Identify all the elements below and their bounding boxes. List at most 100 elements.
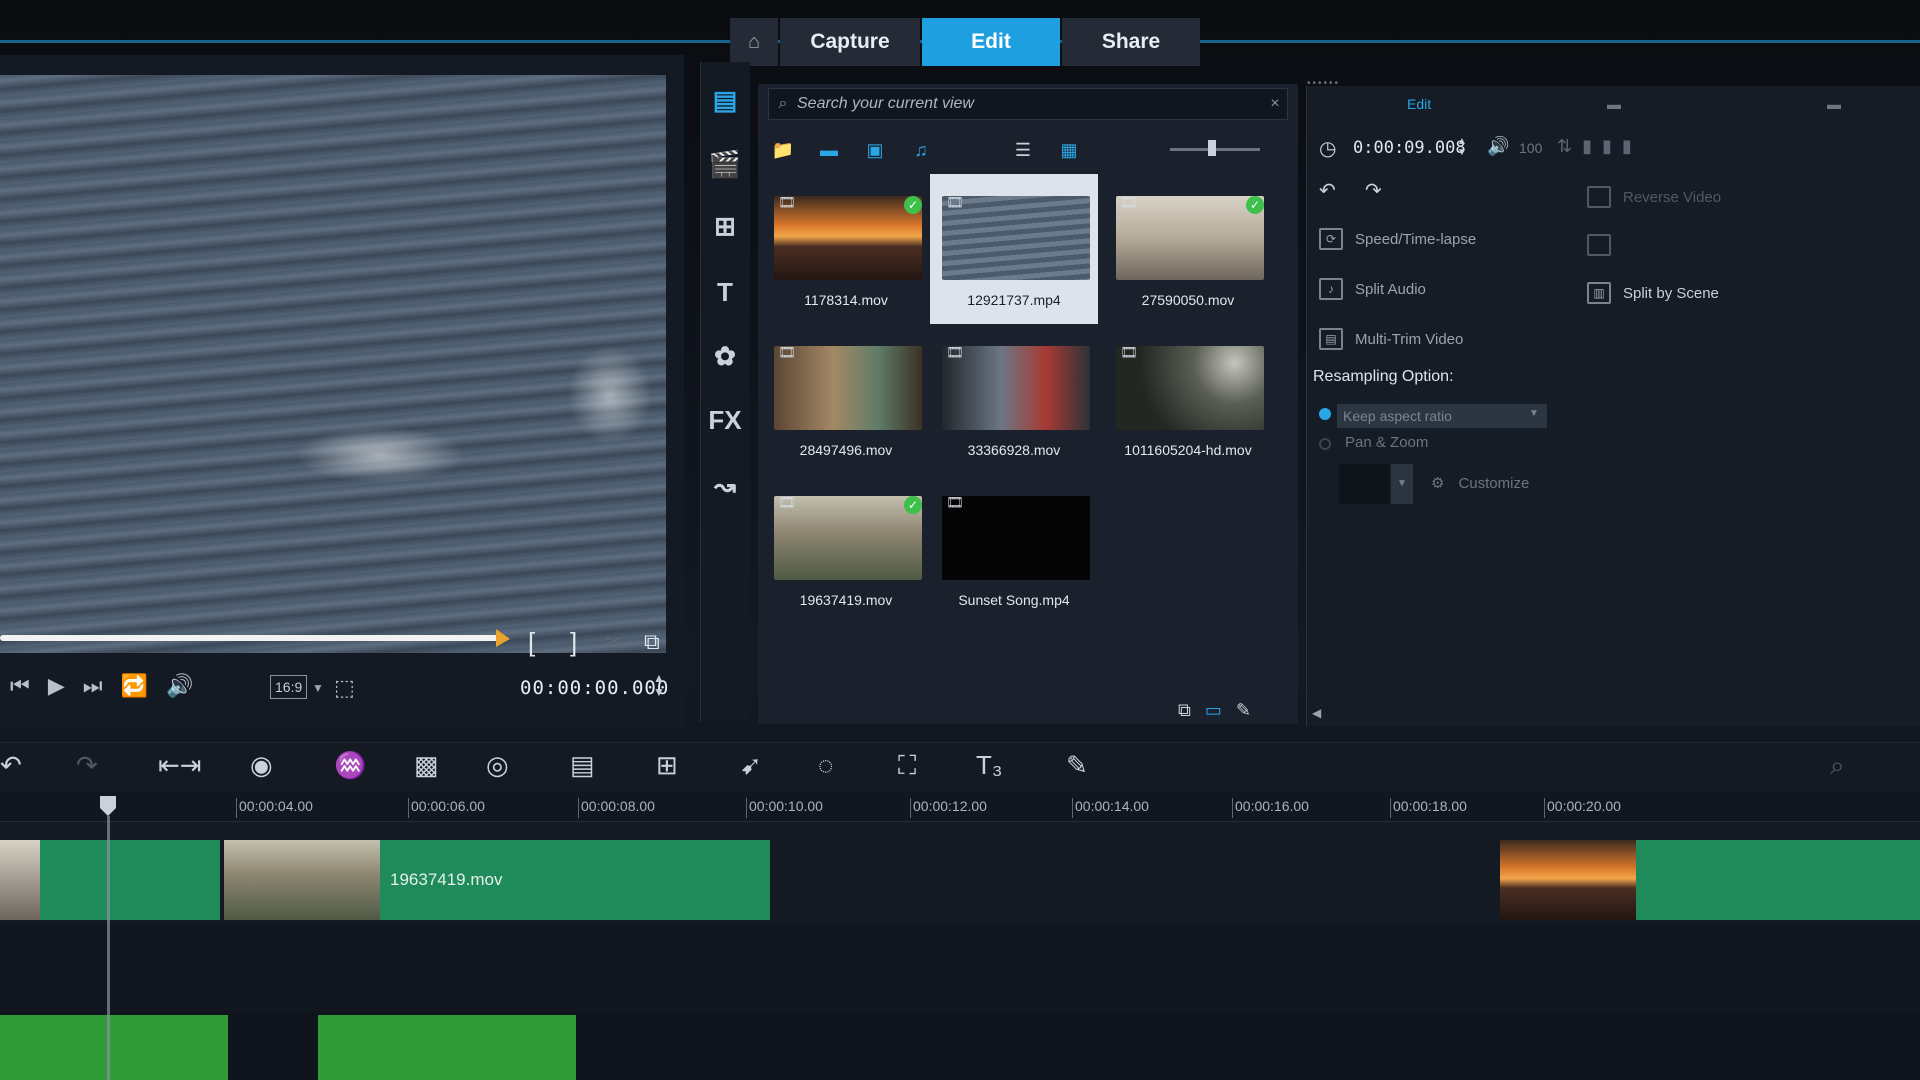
rotate-right-icon[interactable]: ↷: [1365, 178, 1382, 203]
tab-edit[interactable]: Edit: [922, 18, 1060, 66]
slider-knob[interactable]: [1208, 140, 1216, 156]
multi-trim-button[interactable]: ▤ Multi-Trim Video: [1319, 328, 1463, 350]
reverse-video-checkbox[interactable]: Reverse Video: [1587, 186, 1721, 208]
audio-clip[interactable]: [0, 1015, 228, 1080]
add-folder-icon[interactable]: 📁: [768, 137, 798, 163]
scissors-icon[interactable]: ✂: [605, 629, 623, 655]
pan-zoom-radio[interactable]: [1319, 438, 1331, 450]
undo-icon[interactable]: ↶: [0, 750, 22, 781]
media-item[interactable]: 🎞 ✓ 27590050.mov: [1104, 174, 1272, 324]
media-item[interactable]: 🎞 12921737.mp4: [930, 174, 1098, 324]
import-icon[interactable]: ⧉: [1178, 700, 1191, 721]
home-tab[interactable]: ⌂: [730, 18, 778, 66]
film-icon: 🎞: [946, 344, 964, 360]
chevron-down-icon[interactable]: ▼: [1391, 464, 1413, 504]
repeat-icon[interactable]: 🔁: [121, 673, 148, 699]
split-by-scene-button[interactable]: ▥ Split by Scene: [1587, 282, 1719, 304]
painting-icon[interactable]: ✎: [1066, 750, 1088, 781]
timecode-display[interactable]: 00:00:00.000: [520, 671, 670, 705]
duration-field[interactable]: 0:00:09.008: [1353, 138, 1466, 158]
media-item[interactable]: 🎞 Sunset Song.mp4: [930, 474, 1098, 624]
next-icon[interactable]: ⏭: [83, 673, 103, 699]
zoom-icon[interactable]: ⌕: [1830, 750, 1845, 782]
collapse-arrow-icon[interactable]: ◀: [1312, 706, 1321, 720]
edit-icon[interactable]: ✎: [1236, 700, 1251, 721]
transition-icon[interactable]: ⊞: [700, 206, 750, 246]
search-input[interactable]: [797, 95, 1263, 113]
aspect-ratio-select[interactable]: 16:9: [270, 675, 308, 699]
crop-icon[interactable]: ⬚: [334, 675, 355, 701]
mark-out-button[interactable]: ]: [570, 627, 577, 658]
fit-timeline-icon[interactable]: ⇤⇥: [158, 750, 202, 781]
previous-icon[interactable]: ⏮: [10, 673, 30, 699]
timeline-clip[interactable]: [1500, 840, 1920, 920]
media-item[interactable]: 🎞 33366928.mov: [930, 324, 1098, 474]
rotate-left-icon[interactable]: ↶: [1319, 178, 1336, 203]
pan-zoom-icon[interactable]: ⛶: [898, 750, 916, 782]
thumbnail: [1116, 196, 1264, 280]
resampling-select[interactable]: Keep aspect ratio: [1337, 404, 1547, 428]
volume-icon[interactable]: 🔊: [166, 673, 193, 699]
split-audio-button[interactable]: ♪ Split Audio: [1319, 278, 1426, 300]
mark-in-button[interactable]: [: [528, 627, 535, 658]
search-icon[interactable]: ⌕: [769, 95, 797, 113]
variable-speed-button[interactable]: [1587, 234, 1611, 256]
resample-radio[interactable]: [1319, 408, 1331, 420]
volume-icon[interactable]: 🔊: [1487, 136, 1509, 157]
multi-camera-icon[interactable]: ⊞: [656, 750, 678, 781]
audio-filter-icon[interactable]: ♫: [906, 137, 936, 163]
fx-icon[interactable]: FX: [700, 400, 750, 440]
grid-view-icon[interactable]: ▦: [1054, 137, 1084, 163]
title-3d-icon[interactable]: T₃: [976, 750, 1002, 781]
split-audio-icon: ♪: [1319, 278, 1343, 300]
redo-icon[interactable]: ↷: [76, 750, 98, 781]
close-icon[interactable]: ×: [1263, 95, 1287, 113]
media-item[interactable]: 🎞 ✓ 19637419.mov: [762, 474, 930, 624]
time-remapping-icon[interactable]: ➹: [740, 750, 762, 781]
play-icon[interactable]: ▶: [48, 673, 65, 699]
tab-share[interactable]: Share: [1062, 18, 1200, 66]
tab-color[interactable]: ▬: [1827, 96, 1841, 112]
tab-effect[interactable]: ▬: [1607, 96, 1621, 112]
motion-tracking-icon[interactable]: ▩: [414, 750, 439, 781]
variable-speed-icon: [1587, 234, 1611, 256]
list-view-icon[interactable]: ☰: [1008, 137, 1038, 163]
audio-clip[interactable]: [318, 1015, 576, 1080]
ruler-tick: 00:00:06.00: [408, 798, 485, 818]
record-icon[interactable]: ◉: [250, 750, 273, 781]
volume-value[interactable]: 100: [1519, 140, 1542, 156]
mask-creator-icon[interactable]: ◎: [486, 750, 509, 781]
thumbnail-view-icon[interactable]: ▭: [1205, 700, 1222, 721]
scrub-bar[interactable]: [0, 635, 502, 641]
panel-grip[interactable]: ••••••: [1307, 78, 1340, 89]
chevron-down-icon[interactable]: ▼: [1529, 408, 1539, 419]
media-item[interactable]: 🎞 1011605204-hd.mov: [1104, 324, 1272, 474]
ruler-tick: 00:00:18.00: [1390, 798, 1467, 818]
audio-mixer-icon[interactable]: ♒: [334, 750, 366, 781]
path-icon[interactable]: ↝: [700, 466, 750, 506]
timeline-clip[interactable]: [0, 840, 220, 920]
graphics-icon[interactable]: ✿: [700, 336, 750, 376]
instant-project-icon[interactable]: 🎬: [700, 144, 750, 184]
timecode-stepper[interactable]: ▲ ▼: [653, 671, 665, 699]
color-grading-icon[interactable]: ◌: [818, 750, 833, 781]
pan-zoom-preset[interactable]: [1339, 464, 1389, 504]
media-icon[interactable]: ▤: [700, 80, 750, 120]
copy-icon[interactable]: ⧉: [644, 629, 660, 655]
photo-filter-icon[interactable]: ▣: [860, 137, 890, 163]
audio-controls-icons[interactable]: ⇅▮▮▮: [1557, 136, 1642, 157]
media-item[interactable]: 🎞 ✓ 1178314.mov: [762, 174, 930, 324]
media-item[interactable]: 🎞 28497496.mov: [762, 324, 930, 474]
subtitle-editor-icon[interactable]: ▤: [570, 750, 595, 781]
title-icon[interactable]: T: [700, 272, 750, 312]
chevron-down-icon[interactable]: ▼: [312, 681, 324, 695]
tab-capture[interactable]: Capture: [780, 18, 920, 66]
clip-thumbnail: [0, 840, 40, 920]
timeline-clip[interactable]: 19637419.mov: [224, 840, 770, 920]
video-filter-icon[interactable]: ▬: [814, 137, 844, 163]
customize-button[interactable]: ⚙ Customize: [1431, 474, 1529, 493]
tab-edit-options[interactable]: Edit: [1407, 96, 1431, 112]
duration-stepper[interactable]: ▲ ▼: [1457, 136, 1467, 158]
timeline-ruler[interactable]: 00:00:04.00 00:00:06.00 00:00:08.00 00:0…: [0, 792, 1920, 822]
speed-timelapse-button[interactable]: ⟳ Speed/Time-lapse: [1319, 228, 1476, 250]
